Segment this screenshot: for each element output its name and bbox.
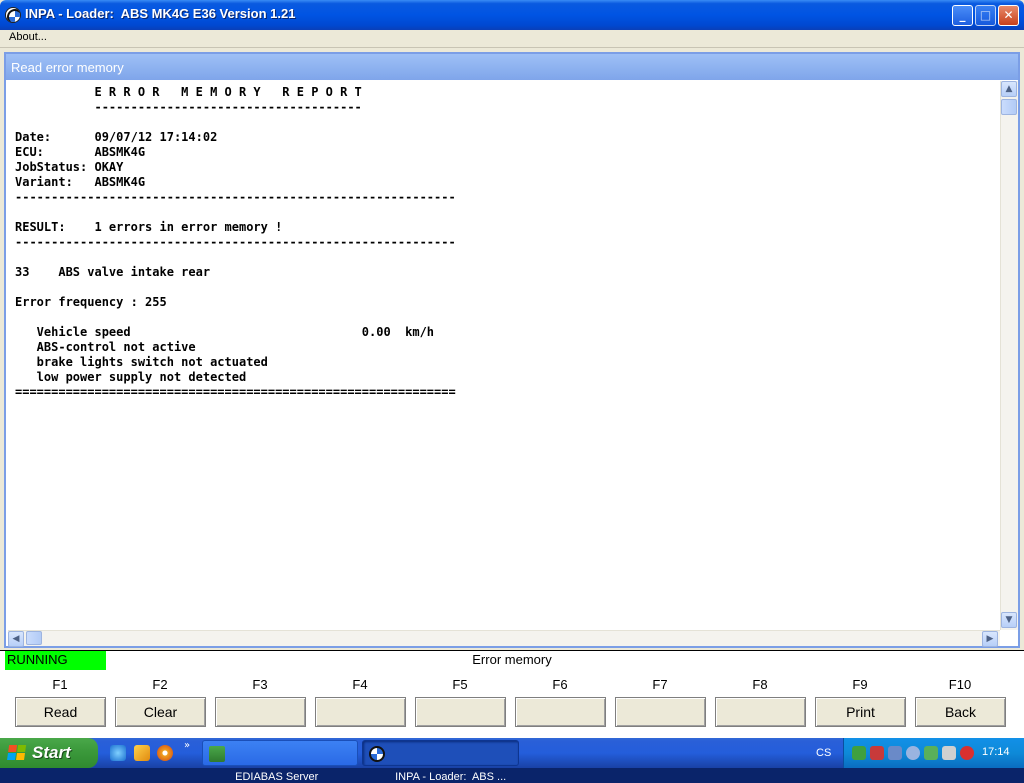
- screen-name: Error memory: [472, 652, 552, 667]
- fkey-button-f4[interactable]: [315, 697, 406, 727]
- ediabas-tray-icon[interactable]: [852, 746, 866, 760]
- fkey-label-f7: F7: [652, 677, 668, 692]
- minimize-button[interactable]: _: [952, 5, 973, 26]
- fkey-button-f6[interactable]: [515, 697, 606, 727]
- report-line: Error frequency : 255: [15, 295, 167, 309]
- task-inpa-loader[interactable]: INPA - Loader: ABS ...: [362, 740, 519, 783]
- fkey-label-f4: F4: [352, 677, 368, 692]
- title-bar[interactable]: INPA - Loader: ABS MK4G E36 Version 1.21…: [0, 0, 1024, 30]
- report-line: low power supply not detected: [15, 370, 247, 384]
- fkey-label-f3: F3: [252, 677, 268, 692]
- bmw-icon: [369, 746, 385, 762]
- fkey-button-f2[interactable]: Clear: [115, 697, 206, 727]
- report-line: [15, 205, 1000, 220]
- quicklaunch-app-icon[interactable]: [134, 745, 150, 761]
- fkey-button-f7[interactable]: [615, 697, 706, 727]
- fkey-label-f5: F5: [452, 677, 468, 692]
- report-line: JobStatus: OKAY: [15, 160, 124, 174]
- menu-about[interactable]: About...: [9, 31, 47, 43]
- report-line: [15, 115, 1000, 130]
- fkey-label-f8: F8: [752, 677, 768, 692]
- report-line: [15, 250, 1000, 265]
- fkey-label-f10: F10: [948, 677, 972, 692]
- report-text-area[interactable]: E R R O R M E M O R Y R E P O R T ------…: [8, 81, 1000, 630]
- panel-title: Read error memory: [6, 54, 1018, 80]
- report-line: [15, 310, 1000, 325]
- scroll-down-button[interactable]: ▼: [1001, 612, 1017, 628]
- report-line: -------------------------------------: [15, 100, 362, 114]
- inpa-window: INPA - Loader: ABS MK4G E36 Version 1.21…: [0, 0, 1024, 738]
- menu-bar: About...: [0, 30, 1024, 48]
- start-label: Start: [32, 743, 71, 762]
- report-line: ========================================…: [15, 385, 456, 399]
- report-line: E R R O R M E M O R Y R E P O R T: [15, 85, 362, 99]
- task-label: EDIABAS Server: [235, 771, 319, 783]
- report-line: RESULT: 1 errors in error memory !: [15, 220, 283, 234]
- connection-tray-icon[interactable]: [942, 746, 956, 760]
- fkey-button-f3[interactable]: [215, 697, 306, 727]
- maximize-button[interactable]: □: [975, 5, 996, 26]
- security-tray-icon[interactable]: [960, 746, 974, 760]
- report-line: Vehicle speed 0.00 km/h: [15, 325, 435, 339]
- language-indicator[interactable]: CS: [816, 747, 831, 759]
- quicklaunch-chevron[interactable]: »: [184, 740, 190, 751]
- report-line: brake lights switch not actuated: [15, 355, 268, 369]
- report-line: ----------------------------------------…: [15, 190, 456, 204]
- task-label: INPA - Loader: ABS ...: [395, 771, 507, 783]
- fkey-button-f5[interactable]: [415, 697, 506, 727]
- fkey-button-f9[interactable]: Print: [815, 697, 906, 727]
- internet-explorer-icon[interactable]: [110, 745, 126, 761]
- report-line: Date: 09/07/12 17:14:02: [15, 130, 218, 144]
- error-memory-panel: Read error memory E R R O R M E M O R Y …: [4, 52, 1020, 648]
- close-button[interactable]: ✕: [998, 5, 1019, 26]
- bmw-logo-icon: [5, 7, 21, 23]
- sync-tray-icon[interactable]: [924, 746, 938, 760]
- report-line: ABS-control not active: [15, 340, 196, 354]
- network-tray-icon[interactable]: [870, 746, 884, 760]
- report-line: 33 ABS valve intake rear: [15, 265, 211, 279]
- report-line: [15, 280, 1000, 295]
- report-line: Variant: ABSMK4G: [15, 175, 146, 189]
- fkey-label-f9: F9: [852, 677, 868, 692]
- horizontal-scrollbar[interactable]: ◀ ▶: [8, 630, 1000, 647]
- media-player-icon[interactable]: [157, 745, 173, 761]
- fkey-button-f1[interactable]: Read: [15, 697, 106, 727]
- scroll-left-button[interactable]: ◀: [8, 631, 24, 647]
- fkey-label-f2: F2: [152, 677, 168, 692]
- bluetooth-tray-icon[interactable]: [888, 746, 902, 760]
- update-tray-icon[interactable]: [906, 746, 920, 760]
- windows-flag-icon: [7, 745, 27, 761]
- ediabas-icon: [209, 746, 225, 762]
- report-line: ECU: ABSMK4G: [15, 145, 146, 159]
- scroll-up-button[interactable]: ▲: [1001, 81, 1017, 97]
- report-line: ----------------------------------------…: [15, 235, 456, 249]
- vertical-scroll-thumb[interactable]: [1001, 99, 1017, 115]
- fkey-label-f1: F1: [52, 677, 68, 692]
- fkey-button-f10[interactable]: Back: [915, 697, 1006, 727]
- fkey-label-f6: F6: [552, 677, 568, 692]
- scroll-right-button[interactable]: ▶: [982, 631, 998, 647]
- fkey-button-f8[interactable]: [715, 697, 806, 727]
- task-ediabas-server[interactable]: EDIABAS Server: [202, 740, 358, 783]
- window-title: INPA - Loader: ABS MK4G E36 Version 1.21: [25, 6, 296, 21]
- horizontal-scroll-thumb[interactable]: [26, 631, 42, 645]
- clock: 17:14: [982, 746, 1010, 758]
- vertical-scrollbar[interactable]: ▲ ▼: [1000, 81, 1018, 630]
